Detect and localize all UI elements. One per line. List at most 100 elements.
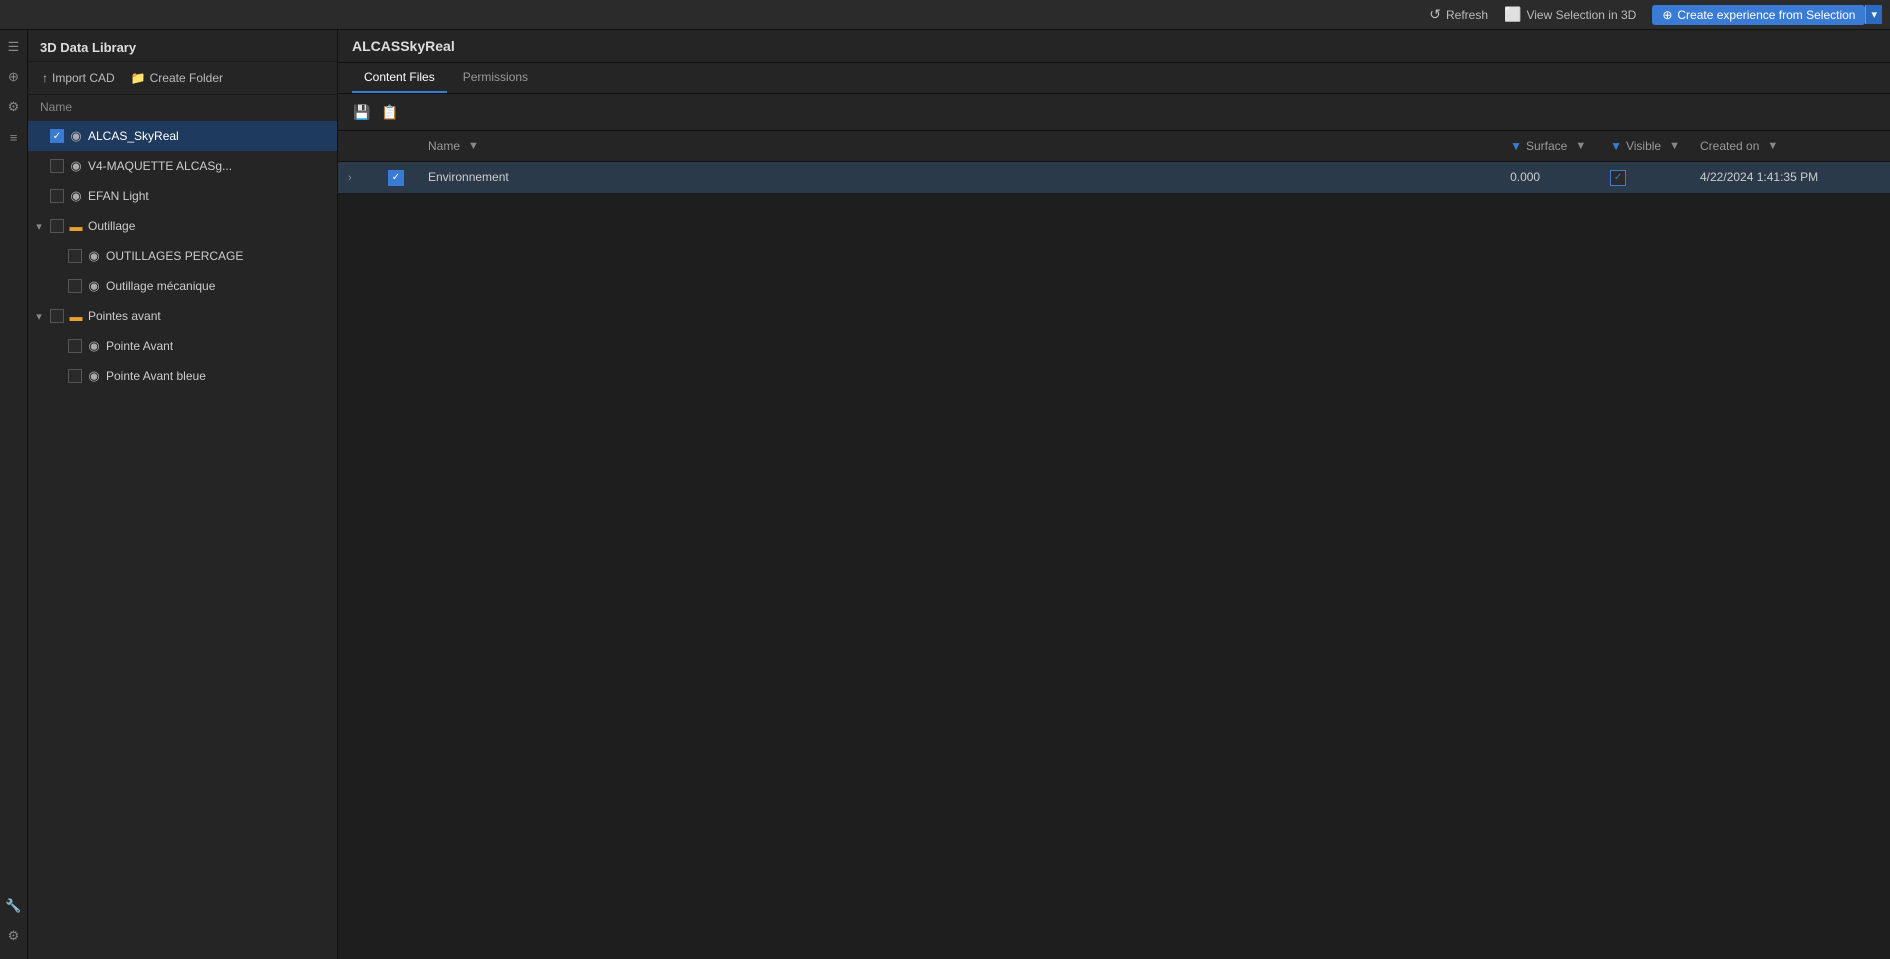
tree-item-pointe-avant-bleue[interactable]: ◉ Pointe Avant bleue <box>28 361 337 391</box>
content-toolbar: 💾 📋 <box>338 94 1890 131</box>
tab-content-files-label: Content Files <box>364 70 435 84</box>
create-folder-label: Create Folder <box>150 71 223 85</box>
main-layout: ☰ ⊕ ⚙ ≡ 🔧 ⚙ 3D Data Library ↑ Import CAD… <box>0 30 1890 959</box>
tree-item-outillages-percage[interactable]: ◉ OUTILLAGES PERCAGE <box>28 241 337 271</box>
sidebar-list-icon[interactable]: ≡ <box>3 126 25 148</box>
th-checkbox <box>378 131 418 162</box>
checkbox-outillage-mec[interactable] <box>68 279 82 293</box>
checkbox-v4[interactable] <box>50 159 64 173</box>
create-experience-label: Create experience from Selection <box>1677 8 1855 22</box>
create-experience-dropdown-button[interactable]: ▾ <box>1865 5 1882 24</box>
doc-icon-outillages-percage: ◉ <box>86 248 102 264</box>
doc-icon-pointe-avant-bleue: ◉ <box>86 368 102 384</box>
th-visible-label: Visible <box>1626 139 1661 153</box>
tree-item-efan[interactable]: ◉ EFAN Light <box>28 181 337 211</box>
table-container: Name ▼ ▼ Surface ▼ <box>338 131 1890 959</box>
label-pointe-avant-bleue: Pointe Avant bleue <box>106 369 206 383</box>
checkbox-efan[interactable] <box>50 189 64 203</box>
sidebar-config-icon[interactable]: ⚙ <box>3 925 25 947</box>
expander-pointe-avant-bleue[interactable] <box>50 369 64 383</box>
sidebar-menu-icon[interactable]: ☰ <box>3 36 25 58</box>
tree-item-outillage[interactable]: ▾ ▬ Outillage <box>28 211 337 241</box>
expander-pointes-avant[interactable]: ▾ <box>32 309 46 323</box>
label-outillage: Outillage <box>88 219 135 233</box>
expander-efan[interactable] <box>32 189 46 203</box>
row-name-cell: Environnement <box>418 162 1500 194</box>
label-alcas: ALCAS_SkyReal <box>88 129 179 143</box>
checkbox-pointe-avant[interactable] <box>68 339 82 353</box>
row-surface-value: 0.000 <box>1510 170 1540 184</box>
label-outillages-percage: OUTILLAGES PERCAGE <box>106 249 243 263</box>
right-panel: ALCASSkyReal Content Files Permissions 💾… <box>338 30 1890 959</box>
checkbox-outillages-percage[interactable] <box>68 249 82 263</box>
save-as-button[interactable]: 📋 <box>378 100 402 124</box>
tabs-bar: Content Files Permissions <box>338 63 1890 94</box>
tree-item-alcas[interactable]: ◉ ALCAS_SkyReal <box>28 121 337 151</box>
view-3d-icon: ⬜ <box>1504 6 1521 23</box>
label-pointes-avant: Pointes avant <box>88 309 161 323</box>
row-visible-cell <box>1600 162 1690 194</box>
import-cad-label: Import CAD <box>52 71 115 85</box>
tree-item-pointes-avant[interactable]: ▾ ▬ Pointes avant <box>28 301 337 331</box>
th-surface: ▼ Surface ▼ <box>1500 131 1600 162</box>
tab-permissions-label: Permissions <box>463 70 528 84</box>
doc-icon-pointe-avant: ◉ <box>86 338 102 354</box>
create-experience-button[interactable]: ⊕ Create experience from Selection <box>1652 5 1865 25</box>
refresh-action[interactable]: ↺ Refresh <box>1429 6 1488 23</box>
created-on-filter-icon[interactable]: ▼ <box>1767 140 1778 152</box>
tree-item-pointe-avant[interactable]: ◉ Pointe Avant <box>28 331 337 361</box>
create-folder-button[interactable]: 📁 Create Folder <box>125 68 229 88</box>
refresh-icon: ↺ <box>1429 6 1441 23</box>
left-toolbar: ↑ Import CAD 📁 Create Folder <box>28 62 337 95</box>
import-cad-button[interactable]: ↑ Import CAD <box>36 68 121 88</box>
table-row[interactable]: › Environnement 0.000 <box>338 162 1890 194</box>
row-expander-cell: › <box>338 162 378 194</box>
tree-name-header: Name <box>28 95 337 119</box>
surface-filter-icon-left: ▼ <box>1510 139 1522 153</box>
row-expander-icon[interactable]: › <box>348 172 352 184</box>
top-bar: ↺ Refresh ⬜ View Selection in 3D ⊕ Creat… <box>0 0 1890 30</box>
expander-outillage[interactable]: ▾ <box>32 219 46 233</box>
name-filter-icon[interactable]: ▼ <box>468 140 479 152</box>
save-as-icon: 📋 <box>381 104 398 121</box>
file-tree: ◉ ALCAS_SkyReal ◉ V4-MAQUETTE ALCASg... … <box>28 119 337 959</box>
right-panel-title: ALCASSkyReal <box>338 30 1890 63</box>
tab-content-files[interactable]: Content Files <box>352 63 447 93</box>
row-created-on-value: 4/22/2024 1:41:35 PM <box>1700 170 1818 184</box>
visible-filter-icon-left: ▼ <box>1610 139 1622 153</box>
tree-item-v4[interactable]: ◉ V4-MAQUETTE ALCASg... <box>28 151 337 181</box>
row-surface-cell: 0.000 <box>1500 162 1600 194</box>
row-checkbox[interactable] <box>388 170 404 186</box>
checkbox-pointe-avant-bleue[interactable] <box>68 369 82 383</box>
expander-pointe-avant[interactable] <box>50 339 64 353</box>
save-button[interactable]: 💾 <box>350 100 374 124</box>
folder-add-icon: 📁 <box>131 71 146 85</box>
doc-icon-v4: ◉ <box>68 158 84 174</box>
view-selection-label: View Selection in 3D <box>1526 8 1636 22</box>
expander-v4[interactable] <box>32 159 46 173</box>
label-efan: EFAN Light <box>88 189 149 203</box>
th-name: Name ▼ <box>418 131 1500 162</box>
sidebar-tools-icon[interactable]: 🔧 <box>3 895 25 917</box>
sidebar-settings-icon[interactable]: ⚙ <box>3 96 25 118</box>
surface-filter-icon[interactable]: ▼ <box>1575 140 1586 152</box>
doc-icon-alcas: ◉ <box>68 128 84 144</box>
checkbox-alcas[interactable] <box>50 129 64 143</box>
tab-permissions[interactable]: Permissions <box>451 63 540 93</box>
checkbox-outillage[interactable] <box>50 219 64 233</box>
visible-filter-icon[interactable]: ▼ <box>1669 140 1680 152</box>
folder-icon-pointes-avant: ▬ <box>68 308 84 324</box>
left-panel: 3D Data Library ↑ Import CAD 📁 Create Fo… <box>28 30 338 959</box>
row-checkbox-cell <box>378 162 418 194</box>
tree-item-outillage-mec[interactable]: ◉ Outillage mécanique <box>28 271 337 301</box>
expander-outillage-mec[interactable] <box>50 279 64 293</box>
row-created-on-cell: 4/22/2024 1:41:35 PM <box>1690 162 1890 194</box>
expander-alcas[interactable] <box>32 129 46 143</box>
expander-outillages-percage[interactable] <box>50 249 64 263</box>
checkbox-pointes-avant[interactable] <box>50 309 64 323</box>
doc-icon-efan: ◉ <box>68 188 84 204</box>
row-visible-checkbox[interactable] <box>1610 170 1626 186</box>
sidebar-add-icon[interactable]: ⊕ <box>3 66 25 88</box>
view-selection-action[interactable]: ⬜ View Selection in 3D <box>1504 6 1636 23</box>
refresh-label: Refresh <box>1446 8 1488 22</box>
